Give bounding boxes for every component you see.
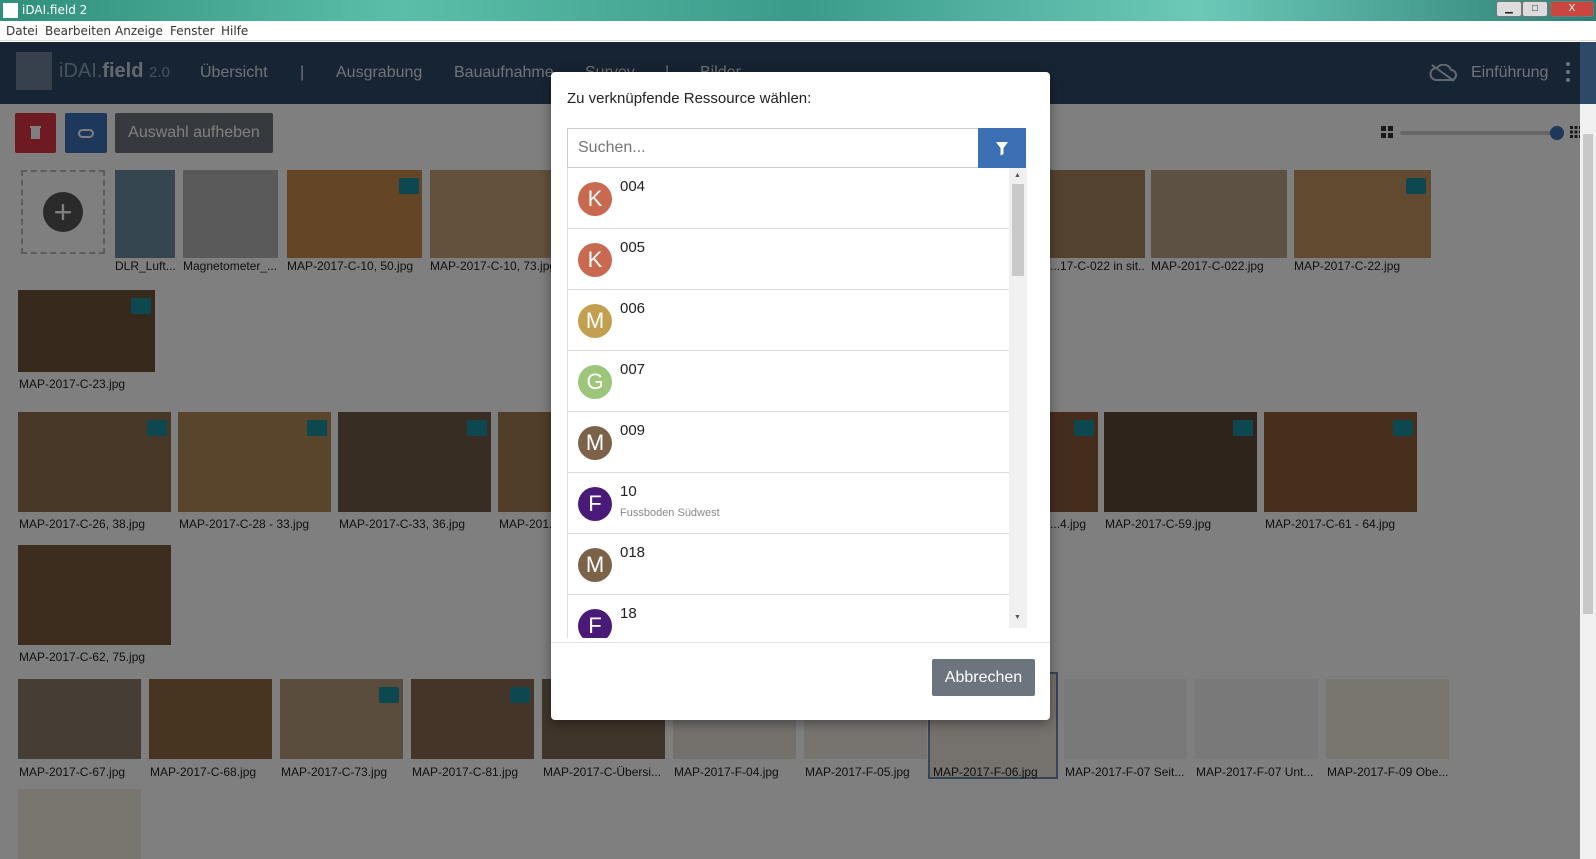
menu-fenster[interactable]: Fenster <box>170 24 215 38</box>
dialog-footer-divider <box>551 642 1050 643</box>
resource-identifier: 009 <box>620 422 646 439</box>
minimize-button[interactable]: ▁ <box>1496 1 1522 17</box>
resource-short-description: Fussboden Südwest <box>620 507 720 519</box>
filter-button[interactable] <box>978 128 1026 168</box>
resource-item[interactable]: K 004 <box>568 168 1009 229</box>
resource-item[interactable]: G 007 <box>568 351 1009 412</box>
app-icon <box>3 3 18 18</box>
link-resource-dialog: Zu verknüpfende Ressource wählen: K 004 K… <box>551 72 1050 720</box>
resource-item[interactable]: F 18 <box>568 595 1009 638</box>
scroll-down-arrow-icon[interactable]: ▼ <box>1014 614 1021 621</box>
menu-anzeige[interactable]: Anzeige <box>115 24 163 38</box>
window-titlebar: iDAI.field 2 ▁ □ X <box>0 0 1596 21</box>
main-scrollbar-thumb[interactable] <box>1583 134 1593 614</box>
resource-identifier: 005 <box>620 239 646 256</box>
menu-bearbeiten[interactable]: Bearbeiten <box>45 24 111 38</box>
type-avatar: K <box>578 182 612 216</box>
resource-identifier: 10 <box>620 483 637 500</box>
scroll-up-arrow-icon[interactable]: ▲ <box>1014 172 1021 179</box>
type-avatar: M <box>578 426 612 460</box>
resource-item[interactable]: M 018 <box>568 534 1009 595</box>
type-avatar: F <box>578 487 612 521</box>
resource-identifier: 004 <box>620 178 646 195</box>
type-avatar: M <box>578 304 612 338</box>
list-scrollbar-thumb[interactable] <box>1012 184 1024 276</box>
cancel-button[interactable]: Abbrechen <box>932 659 1035 696</box>
type-avatar: F <box>578 609 612 638</box>
resource-item[interactable]: M 009 <box>568 412 1009 473</box>
main-scrollbar[interactable] <box>1580 104 1596 859</box>
menu-hilfe[interactable]: Hilfe <box>221 24 248 38</box>
menu-bar: Datei Bearbeiten Anzeige Fenster Hilfe <box>0 21 1596 41</box>
search-input[interactable] <box>567 128 979 168</box>
resource-item[interactable]: M 006 <box>568 290 1009 351</box>
close-button[interactable]: X <box>1550 1 1594 17</box>
resource-identifier: 018 <box>620 544 646 561</box>
list-scrollbar[interactable]: ▲ ▼ <box>1009 168 1027 628</box>
resource-item[interactable]: K 005 <box>568 229 1009 290</box>
type-avatar: K <box>578 243 612 277</box>
type-avatar: M <box>578 548 612 582</box>
filter-icon <box>996 142 1008 156</box>
resource-identifier: 006 <box>620 300 646 317</box>
resource-identifier: 18 <box>620 605 637 622</box>
dialog-title: Zu verknüpfende Ressource wählen: <box>567 90 812 107</box>
restore-button[interactable]: □ <box>1522 1 1548 17</box>
type-avatar: G <box>578 365 612 399</box>
resource-item[interactable]: F 10 Fussboden Südwest <box>568 473 1009 534</box>
window-title: iDAI.field 2 <box>22 3 88 17</box>
resource-list: K 004 K 005 M 006 G 007 M 009 F 10 Fussboden Sü… <box>567 168 1027 638</box>
resource-identifier: 007 <box>620 361 646 378</box>
menu-datei[interactable]: Datei <box>6 24 38 38</box>
